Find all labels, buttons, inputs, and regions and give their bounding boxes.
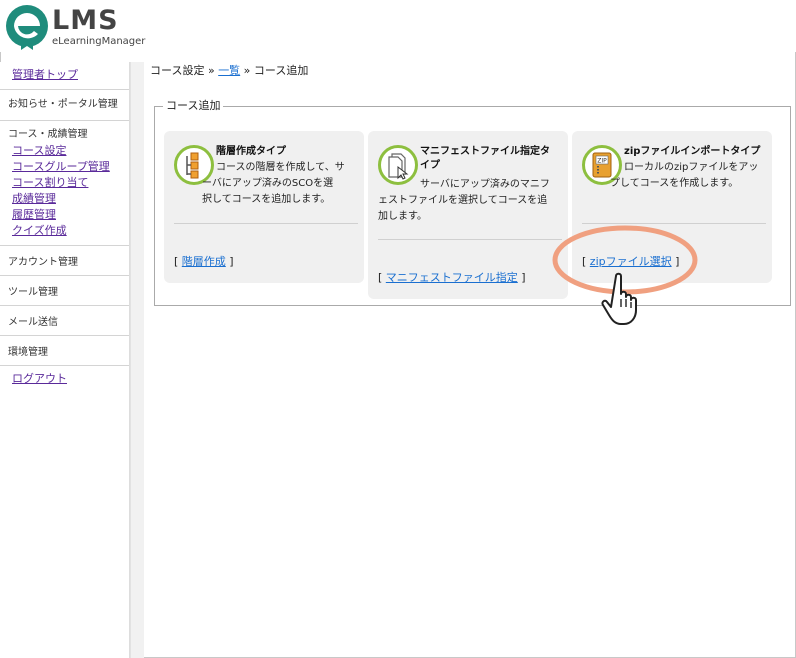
card-manifest: マニフェストファイル指定タ イプ サーバにアップ済みのマニフ ェストファイルを選… (368, 131, 568, 299)
title-line: イプ (420, 160, 440, 171)
breadcrumb-separator: » (204, 64, 219, 77)
card-action: [ 階層作成 ] (174, 253, 234, 269)
desc-line: プしてコースを作成します。 (610, 178, 739, 189)
header: LMS eLearningManager (0, 0, 796, 52)
card-title: 階層作成タイプ (216, 146, 286, 157)
sidebar-section-env: 環境管理 (0, 336, 129, 366)
pointer-hand-icon (601, 272, 637, 325)
sidebar-section-logout: ログアウト (0, 366, 129, 393)
desc-line: 択してコースを追加します。 (202, 194, 331, 205)
card-title: zipファイルインポートタイプ (624, 146, 761, 157)
title-line: マニフェストファイル指定タ (420, 146, 550, 157)
sidebar-heading-tools: ツール管理 (8, 287, 58, 298)
desc-line: 加します。 (378, 211, 427, 222)
sidebar: 管理者トップ お知らせ・ポータル管理 コース・成績管理 コース設定 コースグルー… (0, 62, 130, 658)
sidebar-heading-mail: メール送信 (8, 317, 58, 328)
sidebar-link-quiz[interactable]: クイズ作成 (8, 223, 129, 239)
sidebar-link-admin-top[interactable]: 管理者トップ (12, 67, 129, 83)
bracket: [ (174, 255, 179, 268)
breadcrumb-course-settings: コース設定 (150, 64, 205, 77)
sidebar-section-account: アカウント管理 (0, 246, 129, 276)
desc-line: コースの階層を作成して、サ (216, 162, 345, 173)
sidebar-heading-course: コース・成績管理 (8, 129, 88, 140)
sidebar-section-tools: ツール管理 (0, 276, 129, 306)
main-content: コース設定 » 一覧 » コース追加 コース追加 階層作成タイプ コースの階層を… (150, 62, 791, 306)
sidebar-link-course-assign[interactable]: コース割り当て (8, 175, 129, 191)
manifest-select-link[interactable]: マニフェストファイル指定 (386, 271, 518, 284)
logo[interactable]: LMS eLearningManager (4, 4, 154, 50)
logout-link[interactable]: ログアウト (12, 371, 129, 387)
breadcrumb-separator: » (240, 64, 254, 77)
desc-line: ェストファイルを選択してコースを追 (378, 195, 548, 206)
elms-logo-icon (6, 5, 48, 50)
sidebar-link-history[interactable]: 履歴管理 (8, 207, 129, 223)
card-title: マニフェストファイル指定タ イプ (420, 145, 550, 173)
card-hierarchy: 階層作成タイプ コースの階層を作成して、サ ーバにアップ済みのSCOを選 択して… (164, 131, 364, 283)
card-description: サーバにアップ済みのマニフ ェストファイルを選択してコースを追 加します。 (378, 177, 550, 225)
sidebar-section-mail: メール送信 (0, 306, 129, 336)
manifest-file-icon (378, 145, 418, 185)
card-action: [ マニフェストファイル指定 ] (378, 269, 526, 285)
panel-legend: コース追加 (163, 99, 224, 113)
sidebar-gutter (130, 62, 144, 658)
card-description: コースの階層を作成して、サ ーバにアップ済みのSCOを選 択してコースを追加しま… (202, 160, 345, 208)
svg-text:ZIP: ZIP (597, 158, 607, 165)
bracket: ] (521, 271, 526, 284)
card-divider (174, 223, 358, 224)
sidebar-heading-account: アカウント管理 (8, 257, 78, 268)
sidebar-link-course-settings[interactable]: コース設定 (8, 143, 129, 159)
logo-text: LMS (52, 5, 119, 36)
logo-subtitle: eLearningManager (52, 36, 146, 47)
card-divider (378, 239, 562, 240)
hierarchy-create-link[interactable]: 階層作成 (182, 255, 226, 268)
breadcrumb: コース設定 » 一覧 » コース追加 (150, 62, 790, 80)
desc-line: サーバにアップ済みのマニフ (420, 179, 550, 190)
sidebar-link-grades[interactable]: 成績管理 (8, 191, 129, 207)
breadcrumb-current: コース追加 (253, 64, 309, 77)
bracket: ] (229, 255, 234, 268)
breadcrumb-list-link[interactable]: 一覧 (218, 64, 240, 77)
bracket: [ (378, 271, 383, 284)
sidebar-heading-notice: お知らせ・ポータル管理 (8, 99, 118, 110)
sidebar-section-top: 管理者トップ (0, 62, 129, 90)
sidebar-heading-env: 環境管理 (8, 347, 48, 358)
sidebar-section-notice: お知らせ・ポータル管理 (0, 90, 129, 121)
card-description: ローカルのzipファイルをアッ プしてコースを作成します。 (610, 160, 759, 192)
sidebar-section-course: コース・成績管理 コース設定 コースグループ管理 コース割り当て 成績管理 履歴… (0, 121, 129, 246)
desc-line: ローカルのzipファイルをアッ (624, 162, 759, 173)
sidebar-link-course-group[interactable]: コースグループ管理 (8, 159, 129, 175)
desc-line: ーバにアップ済みのSCOを選 (202, 178, 334, 189)
